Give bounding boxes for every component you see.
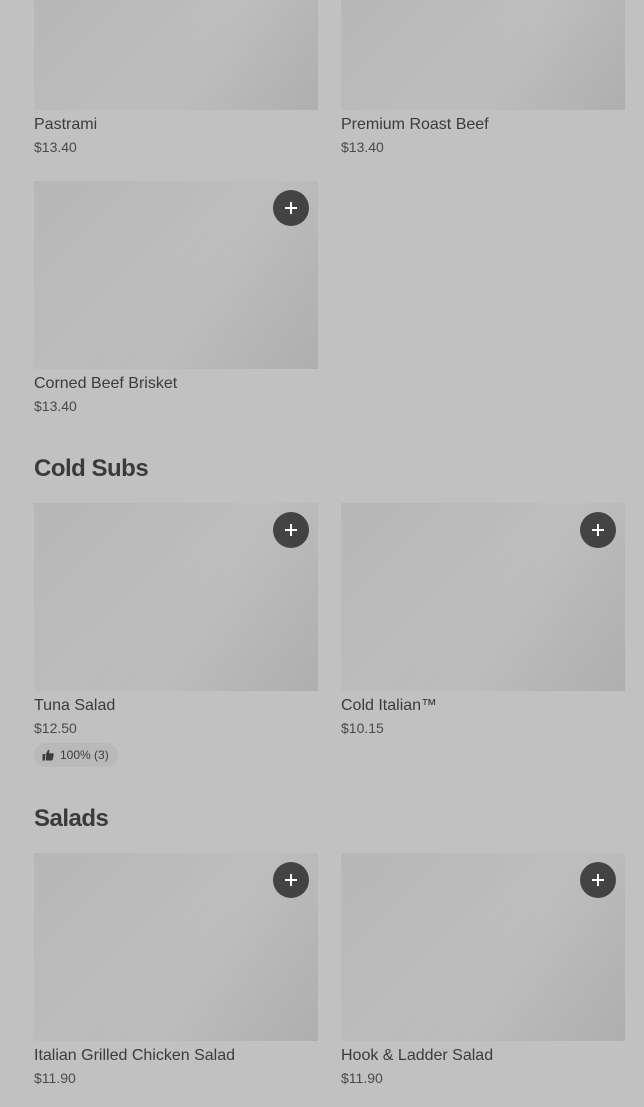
menu-item-card[interactable]: Tuna Salad $12.50 100% (3) xyxy=(34,503,318,767)
menu-item-card[interactable]: Cold Italian™ $10.15 xyxy=(341,503,625,737)
plus-icon xyxy=(592,524,604,536)
plus-icon xyxy=(285,874,297,886)
plus-icon xyxy=(285,524,297,536)
section-title-cold-subs: Cold Subs xyxy=(34,455,149,482)
item-name: Tuna Salad xyxy=(34,697,116,714)
item-name: Pastrami xyxy=(34,116,98,133)
item-price: $12.50 xyxy=(34,720,77,736)
item-price: $13.40 xyxy=(34,398,77,414)
item-price: $10.15 xyxy=(341,720,384,736)
section-title-salads: Salads xyxy=(34,805,109,832)
menu-item-card[interactable]: Hook & Ladder Salad $11.90 xyxy=(341,853,625,1087)
item-image[interactable] xyxy=(341,503,625,691)
menu-item-card[interactable]: Premium Roast Beef $13.40 xyxy=(341,0,625,156)
menu-item-card[interactable]: Corned Beef Brisket $13.40 xyxy=(34,181,318,415)
menu-item-card[interactable]: Pastrami $13.40 xyxy=(34,0,318,156)
menu-item-card[interactable]: Italian Grilled Chicken Salad $11.90 xyxy=(34,853,318,1087)
item-price: $13.40 xyxy=(34,139,77,155)
item-image[interactable] xyxy=(341,0,625,110)
item-image[interactable] xyxy=(34,0,318,110)
add-to-cart-button[interactable] xyxy=(273,862,309,898)
add-to-cart-button[interactable] xyxy=(273,512,309,548)
item-price: $13.40 xyxy=(341,139,384,155)
add-to-cart-button[interactable] xyxy=(580,862,616,898)
thumbs-up-icon xyxy=(42,749,54,761)
item-image[interactable] xyxy=(34,853,318,1041)
item-name: Cold Italian™ xyxy=(341,697,438,714)
item-price: $11.90 xyxy=(34,1070,76,1086)
plus-icon xyxy=(592,874,604,886)
item-image[interactable] xyxy=(34,181,318,369)
item-name: Premium Roast Beef xyxy=(341,116,489,133)
item-name: Italian Grilled Chicken Salad xyxy=(34,1047,235,1064)
rating-text: 100% (3) xyxy=(60,748,109,762)
item-name: Corned Beef Brisket xyxy=(34,375,178,392)
rating-badge: 100% (3) xyxy=(34,743,118,767)
item-image[interactable] xyxy=(341,853,625,1041)
add-to-cart-button[interactable] xyxy=(273,190,309,226)
add-to-cart-button[interactable] xyxy=(580,512,616,548)
item-name: Hook & Ladder Salad xyxy=(341,1047,494,1064)
item-price: $11.90 xyxy=(341,1070,383,1086)
plus-icon xyxy=(285,202,297,214)
menu-page: Pastrami $13.40 Premium Roast Beef $13.4… xyxy=(0,0,644,1107)
item-image[interactable] xyxy=(34,503,318,691)
